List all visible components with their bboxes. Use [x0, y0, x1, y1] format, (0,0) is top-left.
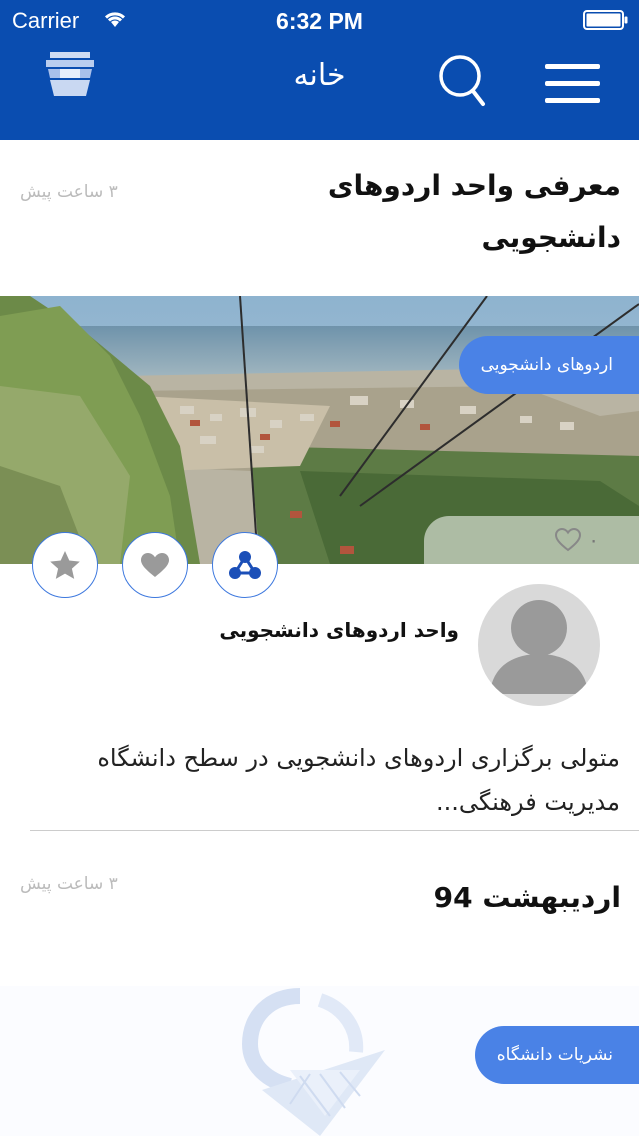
heart-icon [141, 553, 169, 577]
share-icon [229, 551, 261, 579]
author-avatar[interactable] [478, 584, 600, 706]
category-tag[interactable]: نشریات دانشگاه [474, 1026, 639, 1084]
likes-badge[interactable]: ۰ [424, 516, 639, 564]
post-excerpt: متولی برگزاری اردوهای دانشجویی در سطح دا… [97, 744, 620, 816]
battery-icon [583, 10, 628, 30]
hamburger-menu-icon[interactable] [545, 62, 600, 106]
heart-outline-icon [555, 528, 581, 552]
page-title: خانه [293, 58, 346, 93]
post-timestamp: ۳ ساعت پیش [20, 874, 118, 894]
favorite-star-button[interactable] [32, 532, 98, 598]
status-bar: Carrier 6:32 PM [0, 0, 639, 40]
post-image[interactable]: اردوهای دانشجویی ۰ [0, 296, 639, 564]
nav-bar: خانه [0, 40, 639, 140]
category-tag[interactable]: اردوهای دانشجویی [458, 336, 639, 394]
post-image[interactable]: نشریات دانشگاه [0, 986, 639, 1136]
search-icon[interactable] [436, 52, 488, 108]
post-card[interactable]: اردیبهشت 94 ۳ ساعت پیش نشریات دانشگاه [0, 832, 639, 1136]
author-name[interactable]: واحد اردوهای دانشجویی [219, 618, 459, 642]
default-user-icon [490, 600, 588, 694]
star-icon [50, 551, 80, 579]
post-timestamp: ۳ ساعت پیش [20, 182, 118, 202]
status-time: 6:32 PM [276, 8, 363, 34]
share-button[interactable] [212, 532, 278, 598]
post-card[interactable]: معرفی واحد اردوهای دانشجویی ۳ ساعت پیش ا… [0, 140, 639, 830]
likes-count: ۰ [588, 528, 599, 552]
like-button[interactable] [122, 532, 188, 598]
post-divider [30, 830, 639, 831]
post-title[interactable]: اردیبهشت 94 [201, 872, 621, 924]
post-title[interactable]: معرفی واحد اردوهای دانشجویی [201, 160, 621, 264]
